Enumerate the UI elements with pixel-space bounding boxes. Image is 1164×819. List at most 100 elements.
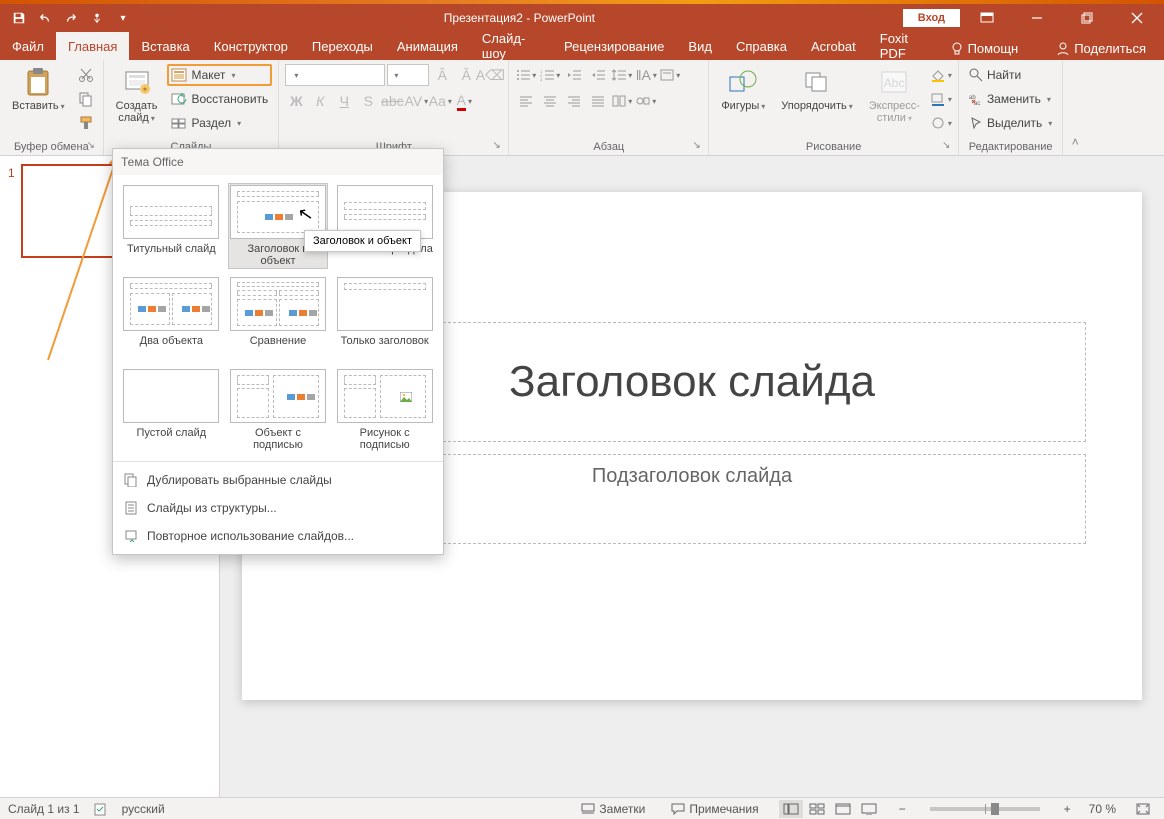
select-button[interactable]: Выделить — [965, 112, 1056, 134]
underline-button[interactable]: Ч — [333, 90, 355, 112]
view-sorter[interactable] — [805, 800, 829, 818]
drawing-launcher[interactable]: ↘ — [942, 140, 954, 152]
tab-help[interactable]: Справка — [724, 32, 799, 60]
align-center[interactable] — [539, 90, 561, 112]
align-right[interactable] — [563, 90, 585, 112]
shape-outline[interactable] — [930, 88, 952, 110]
italic-button[interactable]: К — [309, 90, 331, 112]
comments-button[interactable]: Примечания — [665, 802, 764, 816]
layout-button[interactable]: Макет — [167, 64, 272, 86]
zoom-in[interactable]: + — [1060, 802, 1075, 816]
fit-to-window[interactable] — [1130, 803, 1156, 815]
tab-acrobat[interactable]: Acrobat — [799, 32, 868, 60]
layout-title-content[interactable]: Заголовок и объект — [228, 183, 329, 269]
font-color-button[interactable]: A — [453, 90, 475, 112]
numbering-button[interactable]: 123 — [539, 64, 561, 86]
char-spacing-button[interactable]: AV — [405, 90, 427, 112]
columns-button[interactable] — [611, 90, 633, 112]
tab-transitions[interactable]: Переходы — [300, 32, 385, 60]
tab-animations[interactable]: Анимация — [385, 32, 470, 60]
text-direction[interactable]: ‖A — [635, 64, 657, 86]
tab-design[interactable]: Конструктор — [202, 32, 300, 60]
align-left[interactable] — [515, 90, 537, 112]
align-text-vertical[interactable] — [659, 64, 681, 86]
line-spacing[interactable] — [611, 64, 633, 86]
spellcheck-icon[interactable] — [94, 802, 108, 816]
grow-font[interactable]: Â — [431, 64, 453, 86]
bold-button[interactable]: Ж — [285, 90, 307, 112]
window-close[interactable] — [1114, 4, 1160, 32]
shape-effects[interactable] — [930, 112, 952, 134]
paintbrush-icon — [78, 115, 94, 131]
layout-picture-caption[interactable]: Рисунок с подписью — [334, 367, 435, 453]
layout-section-header[interactable]: Заголовок раздела — [334, 183, 435, 269]
clipboard-launcher[interactable]: ↘ — [87, 140, 99, 152]
window-restore[interactable] — [1064, 4, 1110, 32]
reset-button[interactable]: Восстановить — [167, 88, 272, 110]
zoom-level[interactable]: 70 % — [1089, 802, 1116, 816]
section-button[interactable]: Раздел — [167, 112, 272, 134]
qat-undo[interactable] — [32, 6, 58, 30]
group-font: Â Ǎ A⌫ Ж К Ч S abc AV Aa A Шрифт ↘ — [279, 60, 509, 155]
tab-file[interactable]: Файл — [0, 32, 56, 60]
tab-review[interactable]: Рецензирование — [552, 32, 676, 60]
layout-title-only[interactable]: Только заголовок — [334, 275, 435, 361]
tellme-button[interactable]: Помощн — [942, 37, 1027, 60]
bullets-button[interactable] — [515, 64, 537, 86]
justify[interactable] — [587, 90, 609, 112]
qat-redo[interactable] — [58, 6, 84, 30]
tab-insert[interactable]: Вставка — [129, 32, 201, 60]
new-slide-button[interactable]: ✶ Создать слайд — [110, 64, 164, 127]
slides-from-outline[interactable]: Слайды из структуры... — [113, 494, 443, 522]
layout-two-content[interactable]: Два объекта — [121, 275, 222, 361]
change-case-button[interactable]: Aa — [429, 90, 451, 112]
tab-home[interactable]: Главная — [56, 32, 129, 60]
clear-formatting[interactable]: A⌫ — [479, 64, 501, 86]
smartart-convert[interactable] — [635, 90, 657, 112]
layout-content-caption[interactable]: Объект с подписью — [228, 367, 329, 453]
quick-styles-button[interactable]: Abc Экспресс- стили — [863, 64, 926, 127]
view-slideshow[interactable] — [857, 800, 881, 818]
tab-slideshow[interactable]: Слайд-шоу — [470, 32, 552, 60]
duplicate-slides[interactable]: Дублировать выбранные слайды — [113, 466, 443, 494]
font-size[interactable] — [387, 64, 429, 86]
qat-save[interactable] — [6, 6, 32, 30]
zoom-slider[interactable] — [930, 807, 1040, 811]
view-reading[interactable] — [831, 800, 855, 818]
zoom-out[interactable]: − — [895, 802, 910, 816]
view-normal[interactable] — [779, 800, 803, 818]
font-name[interactable] — [285, 64, 385, 86]
replace-button[interactable]: abac Заменить — [965, 88, 1056, 110]
paragraph-launcher[interactable]: ↘ — [692, 140, 704, 152]
tab-view[interactable]: Вид — [676, 32, 724, 60]
shrink-font[interactable]: Ǎ — [455, 64, 477, 86]
cut-button[interactable] — [75, 64, 97, 86]
window-minimize[interactable] — [1014, 4, 1060, 32]
language[interactable]: русский — [122, 802, 165, 816]
reuse-slides[interactable]: Повторное использование слайдов... — [113, 522, 443, 550]
find-button[interactable]: Найти — [965, 64, 1056, 86]
format-painter-button[interactable] — [75, 112, 97, 134]
paste-button[interactable]: Вставить — [6, 64, 71, 115]
layout-title-slide[interactable]: Титульный слайд — [121, 183, 222, 269]
ribbon-display-options[interactable] — [964, 4, 1010, 32]
notes-button[interactable]: Заметки — [575, 802, 651, 816]
qat-touchmode[interactable] — [84, 6, 110, 30]
decrease-indent[interactable] — [563, 64, 585, 86]
qat-more[interactable]: ▾ — [110, 6, 136, 30]
arrange-button[interactable]: Упорядочить — [775, 64, 858, 115]
tab-foxit[interactable]: Foxit PDF — [868, 32, 942, 60]
font-launcher[interactable]: ↘ — [492, 140, 504, 152]
copy-button[interactable] — [75, 88, 97, 110]
layout-comparison[interactable]: Сравнение — [228, 275, 329, 361]
shapes-button[interactable]: Фигуры — [715, 64, 771, 115]
ribbon-collapse[interactable]: ˄ — [1063, 60, 1087, 155]
increase-indent[interactable] — [587, 64, 609, 86]
share-button[interactable]: Поделиться — [1048, 37, 1154, 60]
shape-fill[interactable] — [930, 64, 952, 86]
signin-button[interactable]: Вход — [903, 9, 960, 27]
shadow-button[interactable]: S — [357, 90, 379, 112]
strikethrough-button[interactable]: abc — [381, 90, 403, 112]
reuse-icon — [123, 528, 139, 544]
layout-blank[interactable]: Пустой слайд — [121, 367, 222, 453]
